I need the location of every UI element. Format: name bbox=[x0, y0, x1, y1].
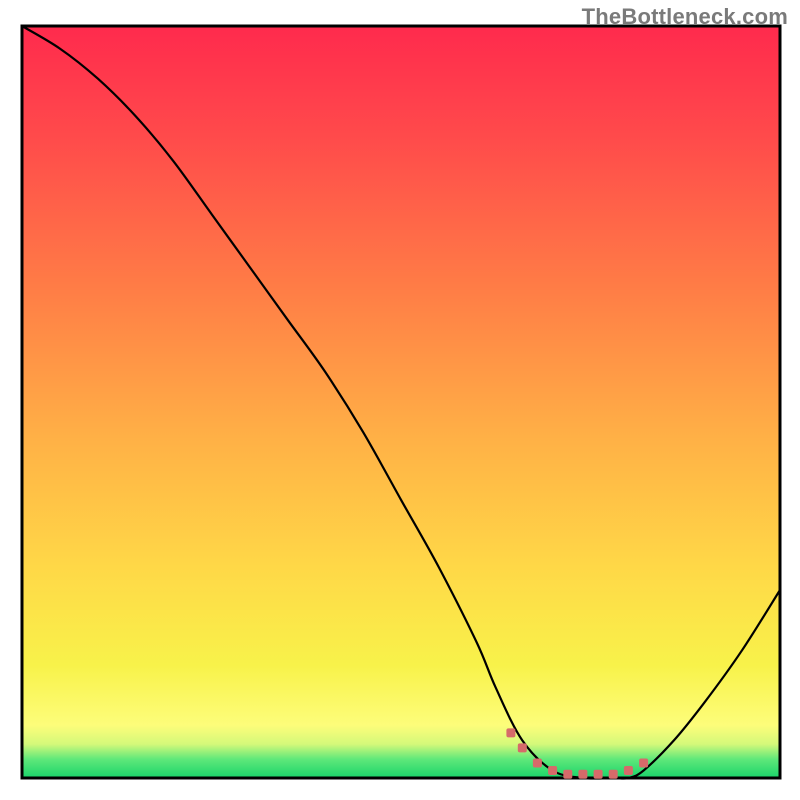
marker-dot bbox=[506, 728, 515, 737]
marker-dot bbox=[578, 770, 587, 779]
marker-dot bbox=[609, 770, 618, 779]
watermark-text: TheBottleneck.com bbox=[582, 4, 788, 30]
marker-dot bbox=[548, 766, 557, 775]
gradient-background bbox=[22, 26, 780, 778]
chart-container: { "branding": { "watermark": "TheBottlen… bbox=[0, 0, 800, 800]
marker-dot bbox=[533, 759, 542, 768]
marker-dot bbox=[624, 766, 633, 775]
bottleneck-curve-chart bbox=[0, 0, 800, 800]
marker-dot bbox=[563, 770, 572, 779]
marker-dot bbox=[639, 759, 648, 768]
marker-dot bbox=[594, 770, 603, 779]
marker-dot bbox=[518, 743, 527, 752]
